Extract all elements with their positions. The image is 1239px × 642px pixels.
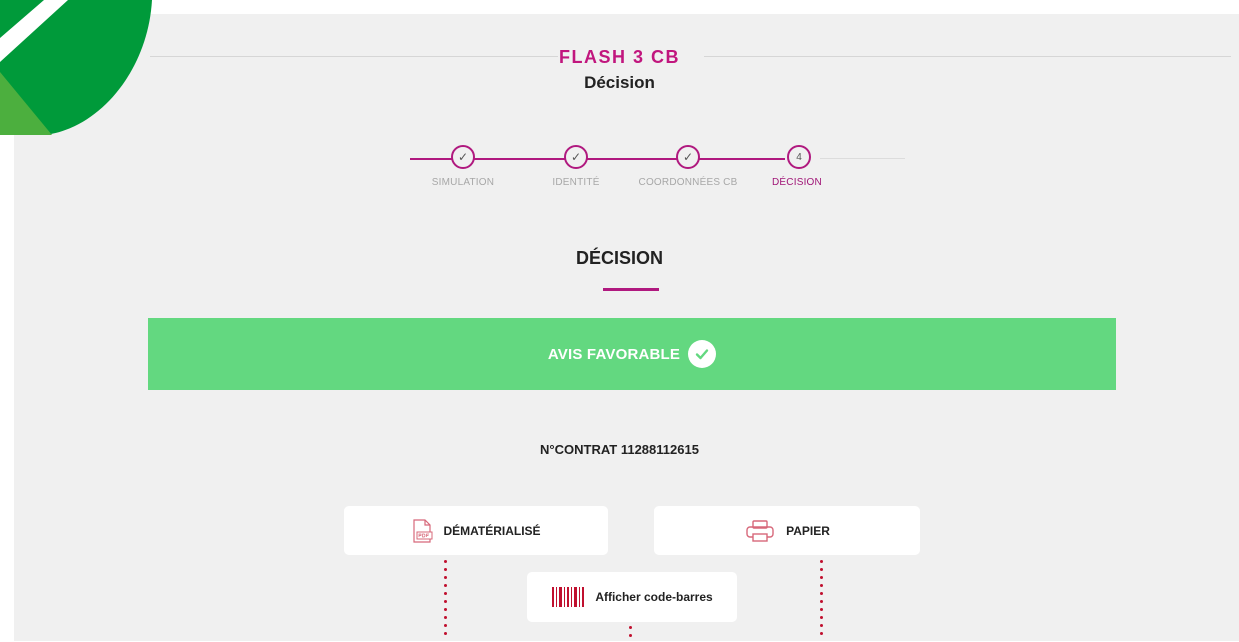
- dotted-connector-dematerialise: [444, 560, 447, 640]
- stepper-remaining-line: [820, 158, 905, 159]
- pdf-document-icon: [411, 518, 433, 543]
- progress-stepper: ✓ ✓ ✓ 4 SIMULATION IDENTITÉ COORDONNÉES …: [0, 0, 1239, 200]
- papier-button-label: PAPIER: [786, 523, 830, 538]
- papier-button[interactable]: PAPIER: [654, 506, 920, 555]
- step-label-decision: DÉCISION: [772, 177, 822, 188]
- dotted-connector-barcode: [629, 626, 632, 642]
- afficher-code-barres-button[interactable]: Afficher code-barres: [527, 572, 737, 622]
- check-icon: [688, 340, 717, 368]
- decision-banner: AVIS FAVORABLE: [148, 318, 1116, 390]
- step-label-coordonnees: COORDONNÉES CB: [638, 177, 738, 188]
- step-decision-number: 4: [787, 145, 811, 169]
- barcode-icon: [551, 586, 585, 608]
- section-title-underline: [603, 288, 659, 291]
- step-simulation-check-icon: ✓: [451, 145, 475, 169]
- dematerialise-button-label: DÉMATÉRIALISÉ: [443, 523, 541, 538]
- step-label-simulation: SIMULATION: [431, 177, 495, 188]
- step-label-identite: IDENTITÉ: [552, 177, 600, 188]
- dematerialise-button[interactable]: DÉMATÉRIALISÉ: [344, 506, 608, 555]
- dotted-connector-papier: [820, 560, 823, 640]
- step-identite-check-icon: ✓: [564, 145, 588, 169]
- afficher-code-barres-label: Afficher code-barres: [595, 590, 713, 604]
- section-title: DÉCISION: [575, 248, 663, 268]
- decision-banner-text: AVIS FAVORABLE: [547, 345, 681, 363]
- step-coordonnees-check-icon: ✓: [676, 145, 700, 169]
- printer-icon: [744, 519, 776, 543]
- contract-number: N°CONTRAT 11288112615: [540, 442, 699, 457]
